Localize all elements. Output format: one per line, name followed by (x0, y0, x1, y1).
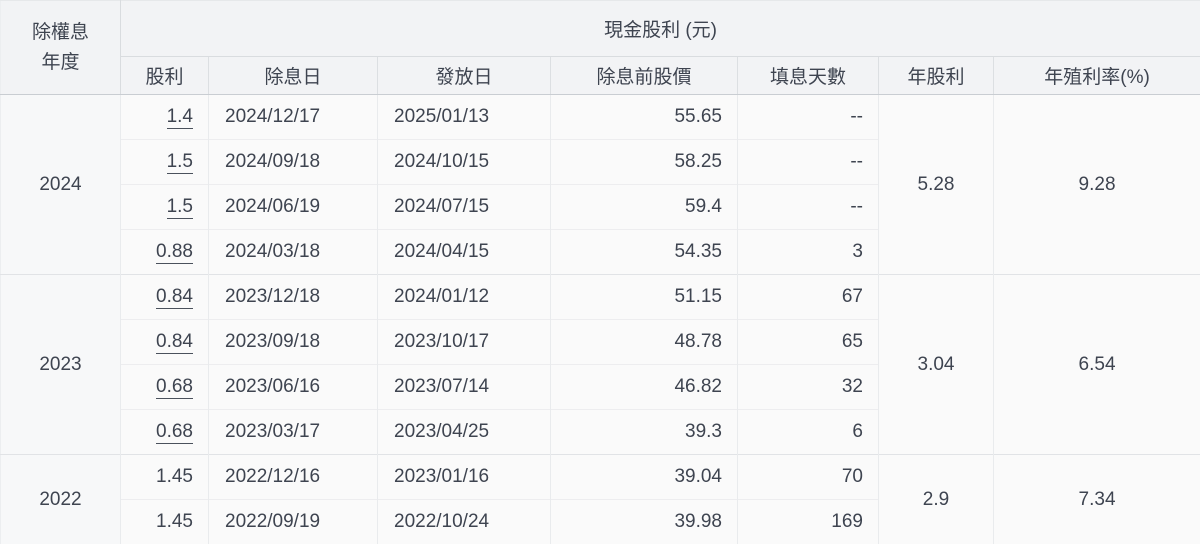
cell-fill-days: 169 (737, 499, 879, 544)
table-row: 2023 0.84 2023/12/18 2024/01/12 51.15 67… (0, 274, 1200, 455)
cell-ex-date: 2024/09/18 (208, 139, 378, 185)
year-header-line1: 除權息 (31, 22, 89, 44)
cell-pre-ex-price: 55.65 (550, 94, 738, 140)
table-body: 2024 1.4 2024/12/17 2025/01/13 55.65 -- … (0, 94, 1200, 544)
table-header: 除權息 年度 現金股利 (元) 股利 除息日 發放日 除息前股價 填息天數 年股… (0, 0, 1200, 95)
annual-yield-cell: 7.34 (992, 454, 1200, 544)
cell-pay-date: 2025/01/13 (377, 94, 551, 140)
column-header-year: 除權息 年度 (0, 0, 121, 95)
annual-dividend-cell: 2.9 (878, 454, 994, 544)
table-row: 2024 1.4 2024/12/17 2025/01/13 55.65 -- … (0, 94, 1200, 275)
cell-pre-ex-price: 58.25 (550, 139, 738, 185)
dividend-link[interactable]: 0.84 (156, 286, 193, 309)
table-row: 2022 1.45 2022/12/16 2023/01/16 39.04 70… (0, 454, 1200, 544)
cell-ex-date: 2023/03/17 (208, 409, 378, 455)
cell-pay-date: 2022/10/24 (377, 499, 551, 544)
year-cell-2024: 2024 (0, 94, 121, 275)
dividend-link[interactable]: 0.88 (156, 241, 193, 264)
cell-pay-date: 2024/07/15 (377, 184, 551, 230)
dividend-link[interactable]: 1.5 (166, 196, 193, 219)
cell-fill-days: -- (737, 139, 879, 185)
cell-dividend: 0.88 (120, 229, 209, 275)
column-header-ex-date: 除息日 (208, 56, 378, 95)
cell-pre-ex-price: 39.04 (550, 454, 738, 500)
cell-ex-date: 2024/03/18 (208, 229, 378, 275)
cell-dividend: 1.4 (120, 94, 209, 140)
cell-pre-ex-price: 51.15 (550, 274, 738, 320)
cell-fill-days: -- (737, 94, 879, 140)
column-header-annual-yield: 年殖利率(%) (992, 56, 1200, 95)
column-header-dividend: 股利 (120, 56, 209, 95)
dividend-link[interactable]: 0.84 (156, 331, 193, 354)
cell-pre-ex-price: 48.78 (550, 319, 738, 365)
cell-fill-days: 3 (737, 229, 879, 275)
dividend-link[interactable]: 1.4 (166, 106, 193, 129)
cell-dividend: 0.84 (120, 319, 209, 365)
cell-pre-ex-price: 54.35 (550, 229, 738, 275)
cell-ex-date: 2024/06/19 (208, 184, 378, 230)
dividend-link[interactable]: 0.68 (156, 421, 193, 444)
cell-pay-date: 2024/04/15 (377, 229, 551, 275)
dividend-link[interactable]: 0.68 (156, 376, 193, 399)
column-header-fill-days: 填息天數 (737, 56, 879, 95)
cell-pre-ex-price: 59.4 (550, 184, 738, 230)
cell-ex-date: 2023/09/18 (208, 319, 378, 365)
cell-pre-ex-price: 39.3 (550, 409, 738, 455)
cell-dividend: 1.5 (120, 184, 209, 230)
cell-dividend: 1.45 (120, 499, 209, 544)
annual-yield-cell: 9.28 (992, 94, 1200, 275)
cell-dividend: 0.68 (120, 409, 209, 455)
annual-dividend-cell: 3.04 (878, 274, 994, 455)
cell-fill-days: 32 (737, 364, 879, 410)
cell-dividend: 1.5 (120, 139, 209, 185)
annual-yield-cell: 6.54 (992, 274, 1200, 455)
cell-pay-date: 2023/04/25 (377, 409, 551, 455)
dividend-link[interactable]: 1.5 (166, 151, 193, 174)
column-header-pre-ex-price: 除息前股價 (550, 56, 738, 95)
cell-dividend: 0.84 (120, 274, 209, 320)
cell-ex-date: 2023/06/16 (208, 364, 378, 410)
cell-pay-date: 2023/10/17 (377, 319, 551, 365)
group-header-cash-dividend: 現金股利 (元) (120, 0, 1200, 57)
cell-ex-date: 2022/09/19 (208, 499, 378, 544)
cell-fill-days: 70 (737, 454, 879, 500)
cell-fill-days: -- (737, 184, 879, 230)
year-cell-2022: 2022 (0, 454, 121, 544)
cell-fill-days: 65 (737, 319, 879, 365)
cell-pay-date: 2024/10/15 (377, 139, 551, 185)
cell-ex-date: 2023/12/18 (208, 274, 378, 320)
cell-pre-ex-price: 46.82 (550, 364, 738, 410)
cell-pay-date: 2023/01/16 (377, 454, 551, 500)
cell-pay-date: 2024/01/12 (377, 274, 551, 320)
year-header-line2: 年度 (41, 51, 80, 73)
cell-fill-days: 67 (737, 274, 879, 320)
cell-ex-date: 2022/12/16 (208, 454, 378, 500)
column-header-pay-date: 發放日 (377, 56, 551, 95)
cell-dividend: 1.45 (120, 454, 209, 500)
cell-fill-days: 6 (737, 409, 879, 455)
column-header-annual-dividend: 年股利 (878, 56, 994, 95)
cell-ex-date: 2024/12/17 (208, 94, 378, 140)
year-cell-2023: 2023 (0, 274, 121, 455)
cell-pay-date: 2023/07/14 (377, 364, 551, 410)
cell-dividend: 0.68 (120, 364, 209, 410)
annual-dividend-cell: 5.28 (878, 94, 994, 275)
cash-dividend-table: 除權息 年度 現金股利 (元) 股利 除息日 發放日 除息前股價 填息天數 年股… (0, 0, 1200, 544)
cell-pre-ex-price: 39.98 (550, 499, 738, 544)
